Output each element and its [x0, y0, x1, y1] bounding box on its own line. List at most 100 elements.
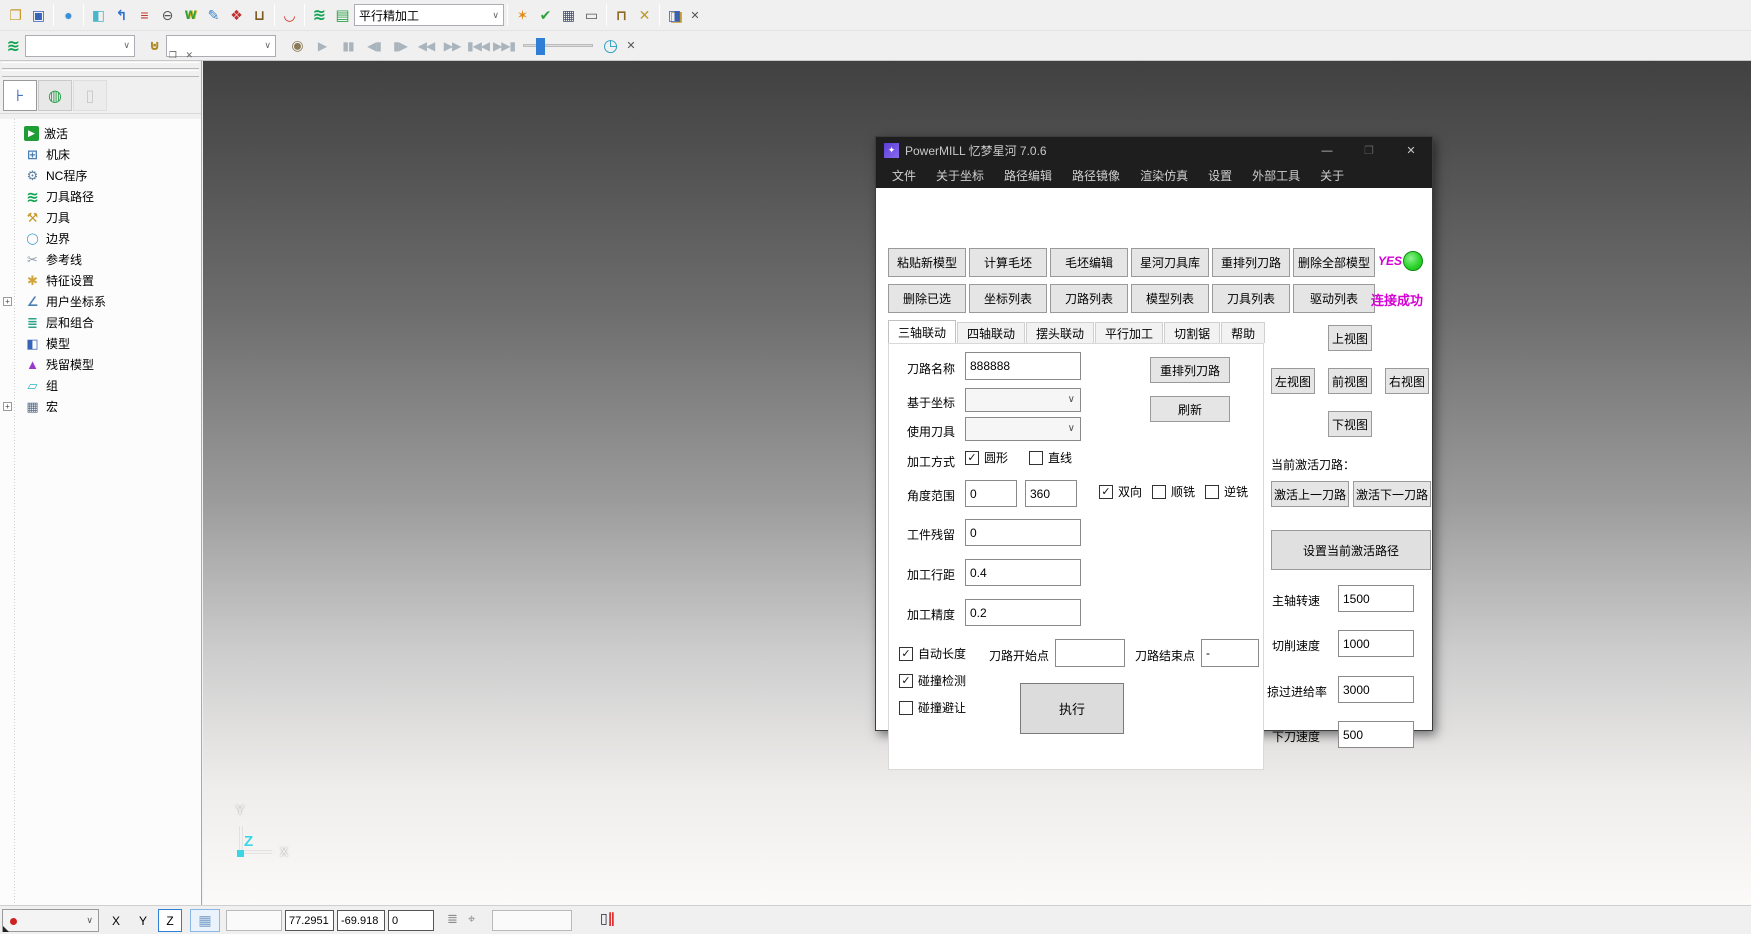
axis-z-button[interactable]: Z — [158, 909, 182, 932]
binoculars-icon[interactable] — [143, 34, 166, 57]
toolbar-close-icon[interactable]: ✕ — [686, 9, 704, 22]
boxes-icon[interactable] — [663, 4, 686, 27]
checkbox-icon[interactable] — [899, 674, 913, 688]
menu-about[interactable]: 关于 — [1310, 164, 1354, 187]
maximize-button[interactable]: ❐ — [1348, 137, 1390, 164]
checkbox-icon[interactable] — [1205, 485, 1219, 499]
rearrange-button[interactable]: 重排列刀路 — [1150, 357, 1230, 383]
stock-remain-input[interactable] — [965, 519, 1081, 546]
line-checkbox[interactable]: 直线 — [1029, 449, 1072, 466]
explorer-trash-tab[interactable]: ▯ — [73, 80, 107, 111]
cutting-speed-input[interactable] — [1338, 630, 1414, 657]
drive-list-button[interactable]: 驱动列表 — [1293, 284, 1375, 313]
menu-file[interactable]: 文件 — [882, 164, 926, 187]
tool-check-icon[interactable] — [534, 4, 557, 27]
tolerance-input[interactable] — [965, 599, 1081, 626]
tool-ball-icon[interactable] — [156, 4, 179, 27]
delete-all-models-button[interactable]: 删除全部模型 — [1293, 248, 1375, 277]
set-active-path-button[interactable]: 设置当前激活路径 — [1271, 530, 1431, 570]
toolpath-list-button[interactable]: 刀路列表 — [1050, 284, 1128, 313]
strategy-preset-dropdown[interactable]: 平行精加工 ∨ — [354, 4, 504, 26]
angle-from-input[interactable] — [965, 480, 1017, 507]
grid-toggle-button[interactable]: ▦ — [190, 909, 220, 932]
toolpath-name-input[interactable] — [965, 352, 1081, 380]
clock-icon[interactable] — [599, 34, 622, 57]
levels-icon[interactable] — [133, 4, 156, 27]
tree-item-levels-sets[interactable]: 层和组合 — [0, 312, 201, 333]
resize-grip[interactable] — [3, 926, 9, 932]
tab-saw[interactable]: 切割锯 — [1164, 322, 1220, 343]
climb-checkbox[interactable]: 顺铣 — [1152, 483, 1195, 500]
view-right-button[interactable]: 右视图 — [1385, 368, 1429, 394]
expand-icon[interactable]: + — [3, 297, 12, 306]
panel-float-icon[interactable]: ❐ — [169, 50, 177, 61]
plunge-speed-input[interactable] — [1338, 721, 1414, 748]
tab-4axis[interactable]: 四轴联动 — [957, 322, 1025, 343]
toolpath-return-icon[interactable] — [110, 4, 133, 27]
tool-arc-icon[interactable] — [278, 4, 301, 27]
model-list-button[interactable]: 模型列表 — [1131, 284, 1209, 313]
pencil-icon[interactable] — [202, 4, 225, 27]
use-tool-dropdown[interactable]: ∨ — [965, 417, 1081, 441]
empty-field[interactable] — [226, 910, 282, 931]
open-icon[interactable] — [4, 4, 27, 27]
coord-list-button[interactable]: 坐标列表 — [969, 284, 1047, 313]
tab-3axis[interactable]: 三轴联动 — [888, 320, 956, 343]
tree-item-macros[interactable]: +宏 — [0, 396, 201, 417]
rearrange-toolpaths-button[interactable]: 重排列刀路 — [1212, 248, 1290, 277]
explorer-globe-tab[interactable]: ◍ — [38, 80, 72, 111]
speed-slider-handle[interactable] — [536, 38, 545, 55]
delete-selected-button[interactable]: 删除已选 — [888, 284, 966, 313]
checkbox-icon[interactable] — [1152, 485, 1166, 499]
tree-item-models[interactable]: 模型 — [0, 333, 201, 354]
workplane-dropdown[interactable]: ∨ — [2, 909, 99, 932]
go-end-icon[interactable]: ▶▶▮ — [491, 39, 517, 53]
menu-external-tools[interactable]: 外部工具 — [1242, 164, 1310, 187]
points-icon[interactable] — [225, 4, 248, 27]
coord-base-dropdown[interactable]: ∨ — [965, 388, 1081, 412]
expand-icon[interactable]: + — [3, 402, 12, 411]
checkbox-icon[interactable] — [899, 647, 913, 661]
minimize-button[interactable]: — — [1306, 137, 1348, 164]
rewind-icon[interactable]: ◀◀ — [413, 39, 439, 53]
calculator-icon[interactable] — [557, 4, 580, 27]
dialog-titlebar[interactable]: ✦ PowerMILL 忆梦星河 7.0.6 — ❐ ✕ — [876, 137, 1432, 164]
menu-settings[interactable]: 设置 — [1198, 164, 1242, 187]
menu-coords[interactable]: 关于坐标 — [926, 164, 994, 187]
tab-swivel-head[interactable]: 摆头联动 — [1026, 322, 1094, 343]
ruler-icon[interactable] — [580, 4, 603, 27]
tree-item-feature-sets[interactable]: 特征设置 — [0, 270, 201, 291]
fast-forward-icon[interactable]: ▶▶ — [439, 39, 465, 53]
collision-avoid-checkbox[interactable]: 碰撞避让 — [899, 699, 966, 716]
checkbox-icon[interactable] — [965, 451, 979, 465]
play-icon[interactable]: ▶ — [309, 39, 335, 53]
execute-button[interactable]: 执行 — [1020, 683, 1124, 734]
close-button[interactable]: ✕ — [1390, 137, 1432, 164]
axis-y-button[interactable]: Y — [131, 909, 155, 932]
view-left-button[interactable]: 左视图 — [1271, 368, 1315, 394]
panel-close-icon[interactable]: ✕ — [185, 50, 193, 61]
menu-render-sim[interactable]: 渲染仿真 — [1130, 164, 1198, 187]
activate-prev-button[interactable]: 激活上一刀路 — [1271, 481, 1349, 507]
empty-field[interactable] — [492, 910, 572, 931]
activate-next-button[interactable]: 激活下一刀路 — [1353, 481, 1431, 507]
tree-item-stock-models[interactable]: 残留模型 — [0, 354, 201, 375]
skim-feed-input[interactable] — [1338, 676, 1414, 703]
pause-icon[interactable]: ▮▮ — [335, 39, 361, 53]
bidirectional-checkbox[interactable]: 双向 — [1099, 483, 1142, 500]
step-forward-icon[interactable]: ▮▶ — [387, 39, 413, 53]
calc-stock-button[interactable]: 计算毛坯 — [969, 248, 1047, 277]
strategy-list-icon[interactable] — [331, 4, 354, 27]
spindle-speed-input[interactable] — [1338, 585, 1414, 612]
go-start-icon[interactable]: ▮◀◀ — [465, 39, 491, 53]
stepover-input[interactable] — [965, 559, 1081, 586]
paste-new-model-button[interactable]: 粘贴新模型 — [888, 248, 966, 277]
save-icon[interactable] — [27, 4, 50, 27]
tool-star-icon[interactable] — [511, 4, 534, 27]
tree-item-nc-programs[interactable]: NC程序 — [0, 165, 201, 186]
toolpath-ribbon-icon[interactable] — [308, 4, 331, 27]
tree-item-toolpaths[interactable]: 刀具路径 — [0, 186, 201, 207]
start-point-input[interactable] — [1055, 639, 1125, 667]
tab-parallel[interactable]: 平行加工 — [1095, 322, 1163, 343]
toolpath-ribbon-icon[interactable] — [2, 34, 25, 57]
